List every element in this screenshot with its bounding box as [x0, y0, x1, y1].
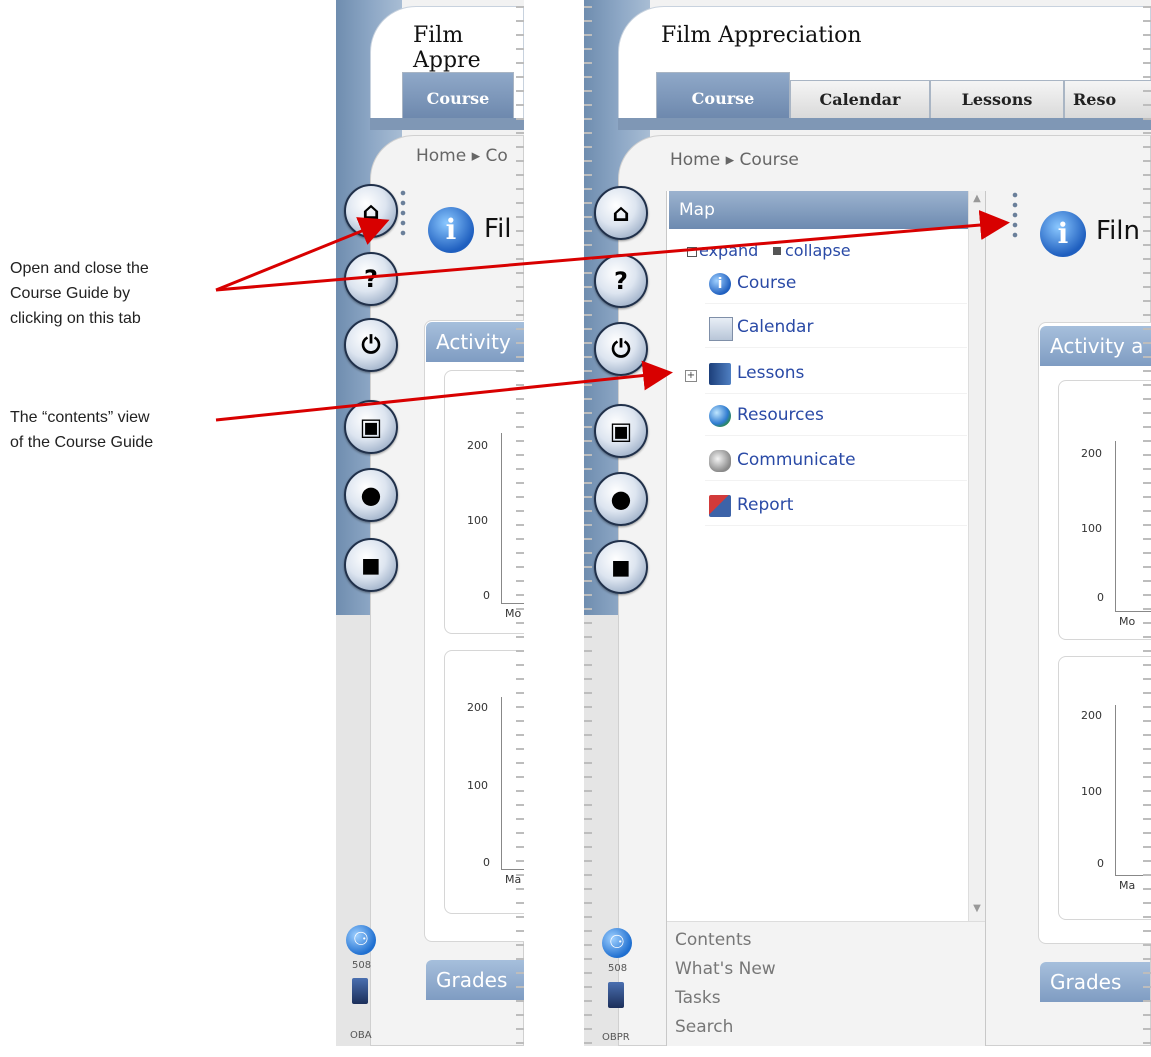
arrow-to-collapsed-handle [215, 217, 390, 292]
arrow-to-expanded-handle [215, 210, 1010, 292]
annotation-arrows [215, 210, 1010, 422]
arrow-to-contents-view [215, 360, 673, 422]
